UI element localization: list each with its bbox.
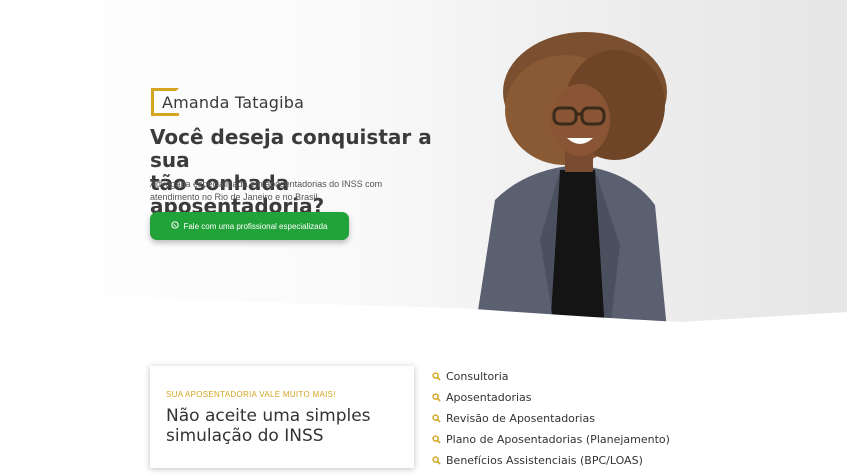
search-icon bbox=[432, 456, 441, 465]
card-title: Não aceite uma simples simulação do INSS bbox=[166, 406, 371, 446]
whatsapp-icon bbox=[171, 221, 180, 231]
search-icon bbox=[432, 393, 441, 402]
card-eyebrow: SUA APOSENTADORIA VALE MUITO MAIS! bbox=[166, 390, 336, 399]
info-card: SUA APOSENTADORIA VALE MUITO MAIS! Não a… bbox=[150, 366, 414, 468]
hero-section: Amanda Tatagiba Você deseja conquistar a… bbox=[0, 0, 847, 340]
brand-name: Amanda Tatagiba bbox=[162, 92, 305, 112]
service-item[interactable]: Plano de Aposentadorias (Planejamento) bbox=[432, 429, 670, 450]
search-icon bbox=[432, 372, 441, 381]
whatsapp-cta-button[interactable]: Fale com uma profissional especializada bbox=[150, 212, 349, 240]
services-list: Consultoria Aposentadorias Revisão de Ap… bbox=[432, 366, 670, 471]
search-icon bbox=[432, 435, 441, 444]
service-item[interactable]: Benefícios Assistenciais (BPC/LOAS) bbox=[432, 450, 670, 471]
search-icon bbox=[432, 414, 441, 423]
hero-headline: Você deseja conquistar a sua tão sonhada… bbox=[150, 125, 432, 218]
service-item[interactable]: Aposentadorias bbox=[432, 387, 670, 408]
hero-subtitle: Advogada especializada em aposentadorias… bbox=[150, 179, 383, 202]
service-item[interactable]: Consultoria bbox=[432, 366, 670, 387]
service-item[interactable]: Revisão de Aposentadorias bbox=[432, 408, 670, 429]
brand-logo[interactable]: Amanda Tatagiba bbox=[151, 88, 304, 116]
